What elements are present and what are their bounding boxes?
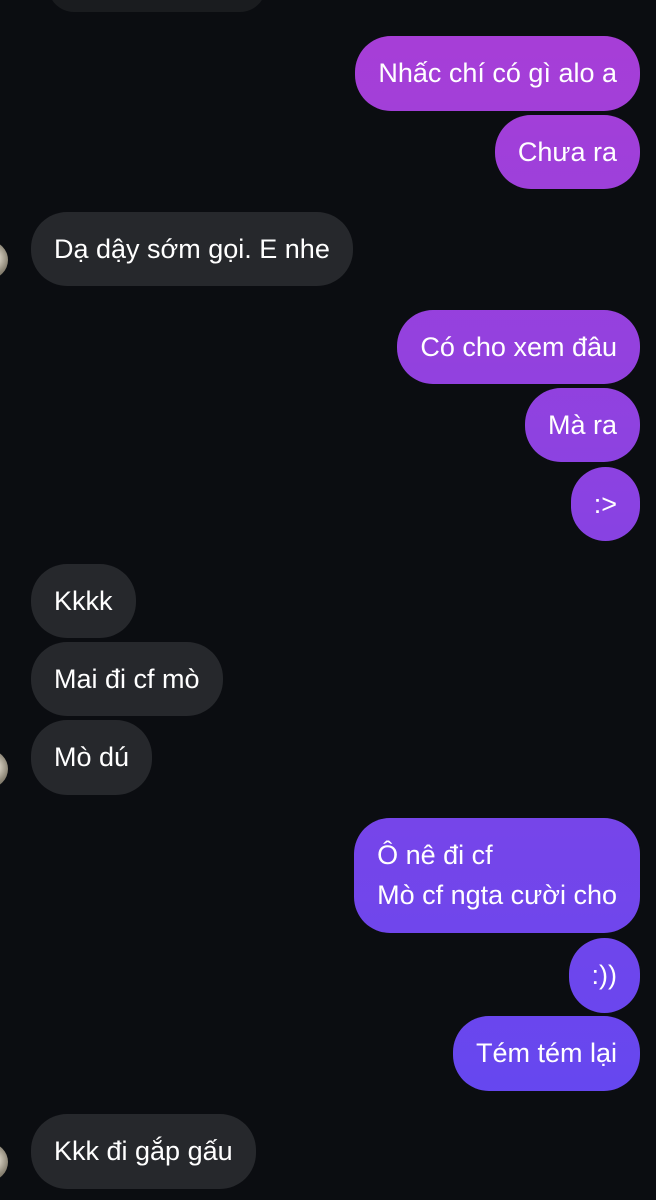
previous-message-bubble [48, 0, 266, 12]
message-bubble-sent[interactable]: Mà ra [524, 388, 640, 462]
message-text: Kkk đi gắp gấu [54, 1136, 233, 1166]
message-text: Chưa ra [517, 137, 617, 167]
message-text: :> [593, 489, 617, 519]
message-bubble-sent[interactable]: Nhấc chí có gì alo a [355, 36, 640, 111]
message-list[interactable]: Nhấc chí có gì alo a Chưa ra Dạ dậy sớm … [0, 0, 656, 1200]
message-bubble-received[interactable]: Kkk đi gắp gấu [31, 1114, 256, 1189]
message-bubble-sent[interactable]: :> [570, 467, 640, 541]
contact-avatar[interactable] [0, 750, 8, 788]
message-bubble-received[interactable]: Mai đi cf mò [31, 642, 223, 716]
message-bubble-sent[interactable]: Chưa ra [494, 115, 640, 189]
message-text-line: Mò cf ngta cười cho [377, 880, 617, 910]
message-text: Dạ dậy sớm gọi. E nhe [54, 234, 330, 264]
message-bubble-received[interactable]: Dạ dậy sớm gọi. E nhe [31, 212, 353, 286]
message-bubble-received[interactable]: Mò dú [31, 720, 153, 795]
message-text: Có cho xem đâu [420, 332, 617, 362]
message-text: Kkkk [54, 586, 113, 616]
message-bubble-sent[interactable]: :)) [568, 938, 640, 1013]
message-text: Mò dú [54, 742, 130, 772]
message-text: Nhấc chí có gì alo a [378, 58, 617, 88]
message-bubble-sent[interactable]: Có cho xem đâu [397, 310, 640, 384]
contact-avatar[interactable] [0, 241, 8, 279]
message-text: Mà ra [547, 410, 617, 440]
message-bubble-sent[interactable]: Ô nê đi cf Mò cf ngta cười cho [354, 818, 640, 933]
message-text: Tém tém lại [475, 1038, 617, 1068]
message-text-line: Ô nê đi cf [377, 840, 493, 870]
contact-avatar[interactable] [0, 1143, 8, 1181]
message-bubble-sent[interactable]: Tém tém lại [452, 1016, 640, 1091]
message-bubble-received[interactable]: Kkkk [31, 564, 136, 638]
message-text: Mai đi cf mò [54, 664, 200, 694]
message-text: :)) [591, 960, 617, 990]
